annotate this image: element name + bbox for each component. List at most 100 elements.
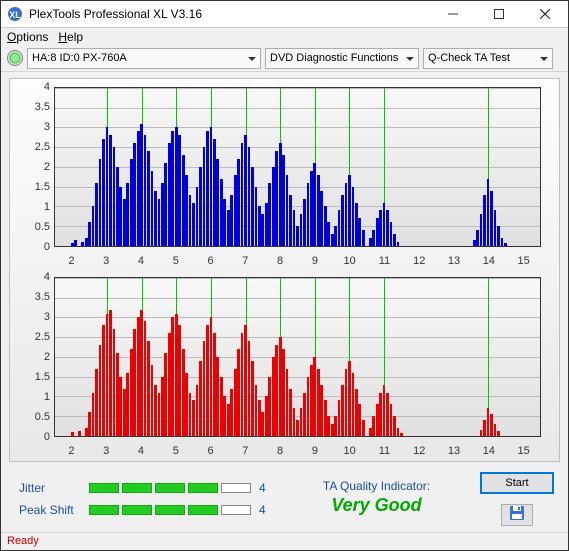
x-tick-label: 12 (413, 255, 425, 267)
window-controls (430, 1, 568, 27)
x-tick-label: 6 (207, 255, 213, 267)
peak-shift-segments (89, 505, 251, 515)
x-tick-label: 7 (242, 255, 248, 267)
x-tick-label: 6 (207, 445, 213, 457)
y-tick-label: 0.5 (12, 221, 50, 233)
function-select-value: DVD Diagnostic Functions (270, 52, 398, 64)
svg-text:XL: XL (9, 10, 21, 20)
x-tick-label: 5 (173, 255, 179, 267)
status-text: Ready (7, 535, 39, 547)
x-tick-label: 15 (517, 445, 529, 457)
x-tick-label: 13 (448, 255, 460, 267)
x-tick-label: 13 (448, 445, 460, 457)
test-select[interactable]: Q-Check TA Test (423, 48, 553, 69)
segment (188, 483, 218, 493)
segment (89, 483, 119, 493)
y-tick-label: 1.5 (12, 371, 50, 383)
menu-help[interactable]: Help (58, 30, 83, 44)
y-tick-label: 2 (12, 161, 50, 173)
toolbar: HA:8 ID:0 PX-760A DVD Diagnostic Functio… (1, 46, 568, 72)
floppy-icon (509, 505, 525, 524)
x-tick-label: 11 (379, 445, 390, 457)
segment (188, 505, 218, 515)
disc-icon (7, 50, 23, 66)
peak-shift-label: Peak Shift (19, 503, 81, 517)
bottom-panel: Jitter 4 Peak Shift 4 TA Quality Indicat… (9, 462, 560, 528)
start-button-label: Start (505, 477, 528, 489)
y-tick-label: 1 (12, 391, 50, 403)
y-tick-label: 2.5 (12, 141, 50, 153)
segment (122, 505, 152, 515)
chart-bottom: 0 0.5 1 1.5 2 2.5 3 3.5 4 2 3 4 5 6 7 8 9 10 11 12 13 14 15 (12, 273, 553, 457)
x-tick-label: 8 (277, 445, 283, 457)
plot-area-top (54, 87, 541, 247)
minimize-button[interactable] (430, 1, 476, 27)
peak-shift-row: Peak Shift 4 (19, 503, 273, 517)
segment (122, 483, 152, 493)
chart-top: 0 0.5 1 1.5 2 2.5 3 3.5 4 2 3 4 5 6 7 8 9 10 11 12 13 14 15 (12, 83, 553, 267)
y-tick-label: 3.5 (12, 291, 50, 303)
segment (155, 505, 185, 515)
x-tick-label: 15 (517, 255, 529, 267)
app-icon: XL (7, 6, 23, 22)
segment (89, 505, 119, 515)
segment (155, 483, 185, 493)
quality-label: TA Quality Indicator: (323, 479, 430, 493)
x-tick-label: 14 (483, 255, 495, 267)
x-tick-label: 14 (483, 445, 495, 457)
y-tick-label: 4 (12, 81, 50, 93)
y-tick-label: 2 (12, 351, 50, 363)
quality-value: Very Good (331, 495, 421, 516)
drive-select[interactable]: HA:8 ID:0 PX-760A (27, 48, 261, 69)
jitter-row: Jitter 4 (19, 481, 273, 495)
y-tick-label: 1.5 (12, 181, 50, 193)
y-tick-label: 0.5 (12, 411, 50, 423)
quality-indicator: TA Quality Indicator: Very Good (281, 477, 472, 516)
drive-select-value: HA:8 ID:0 PX-760A (32, 52, 127, 64)
segment (221, 505, 251, 515)
save-button[interactable] (501, 504, 533, 526)
jitter-segments (89, 483, 251, 493)
chart-container: 00.511.522.533.5423456789101112131415 00… (9, 78, 560, 462)
x-tick-label: 3 (103, 255, 109, 267)
close-button[interactable] (522, 1, 568, 27)
segment (221, 483, 251, 493)
y-tick-label: 2.5 (12, 331, 50, 343)
x-tick-label: 12 (413, 445, 425, 457)
x-tick-label: 10 (344, 255, 356, 267)
y-tick-label: 0 (12, 241, 50, 253)
main-panel: 00.511.522.533.5423456789101112131415 00… (1, 72, 568, 532)
x-tick-label: 5 (173, 445, 179, 457)
y-tick-label: 3 (12, 311, 50, 323)
start-button[interactable]: Start (480, 472, 554, 494)
x-tick-label: 8 (277, 255, 283, 267)
peak-shift-value: 4 (259, 503, 273, 517)
plot-area-bottom (54, 277, 541, 437)
x-tick-label: 4 (138, 255, 144, 267)
x-tick-label: 2 (68, 255, 74, 267)
x-tick-label: 7 (242, 445, 248, 457)
y-tick-label: 4 (12, 271, 50, 283)
metrics: Jitter 4 Peak Shift 4 (11, 477, 273, 517)
x-tick-label: 2 (68, 445, 74, 457)
maximize-button[interactable] (476, 1, 522, 27)
x-tick-label: 4 (138, 445, 144, 457)
y-tick-label: 0 (12, 431, 50, 443)
x-tick-label: 3 (103, 445, 109, 457)
y-tick-label: 3.5 (12, 101, 50, 113)
y-tick-label: 1 (12, 201, 50, 213)
x-tick-label: 11 (379, 255, 390, 267)
title-bar: XL PlexTools Professional XL V3.16 (1, 1, 568, 28)
y-tick-label: 3 (12, 121, 50, 133)
jitter-value: 4 (259, 481, 273, 495)
action-buttons: Start (480, 468, 558, 526)
function-select[interactable]: DVD Diagnostic Functions (265, 48, 419, 69)
test-select-value: Q-Check TA Test (428, 52, 510, 64)
x-tick-label: 10 (344, 445, 356, 457)
x-tick-label: 9 (312, 445, 318, 457)
jitter-label: Jitter (19, 481, 81, 495)
x-tick-label: 9 (312, 255, 318, 267)
menu-options[interactable]: Options (7, 30, 48, 44)
menu-bar: Options Help (1, 28, 568, 46)
window-title: PlexTools Professional XL V3.16 (29, 7, 430, 21)
